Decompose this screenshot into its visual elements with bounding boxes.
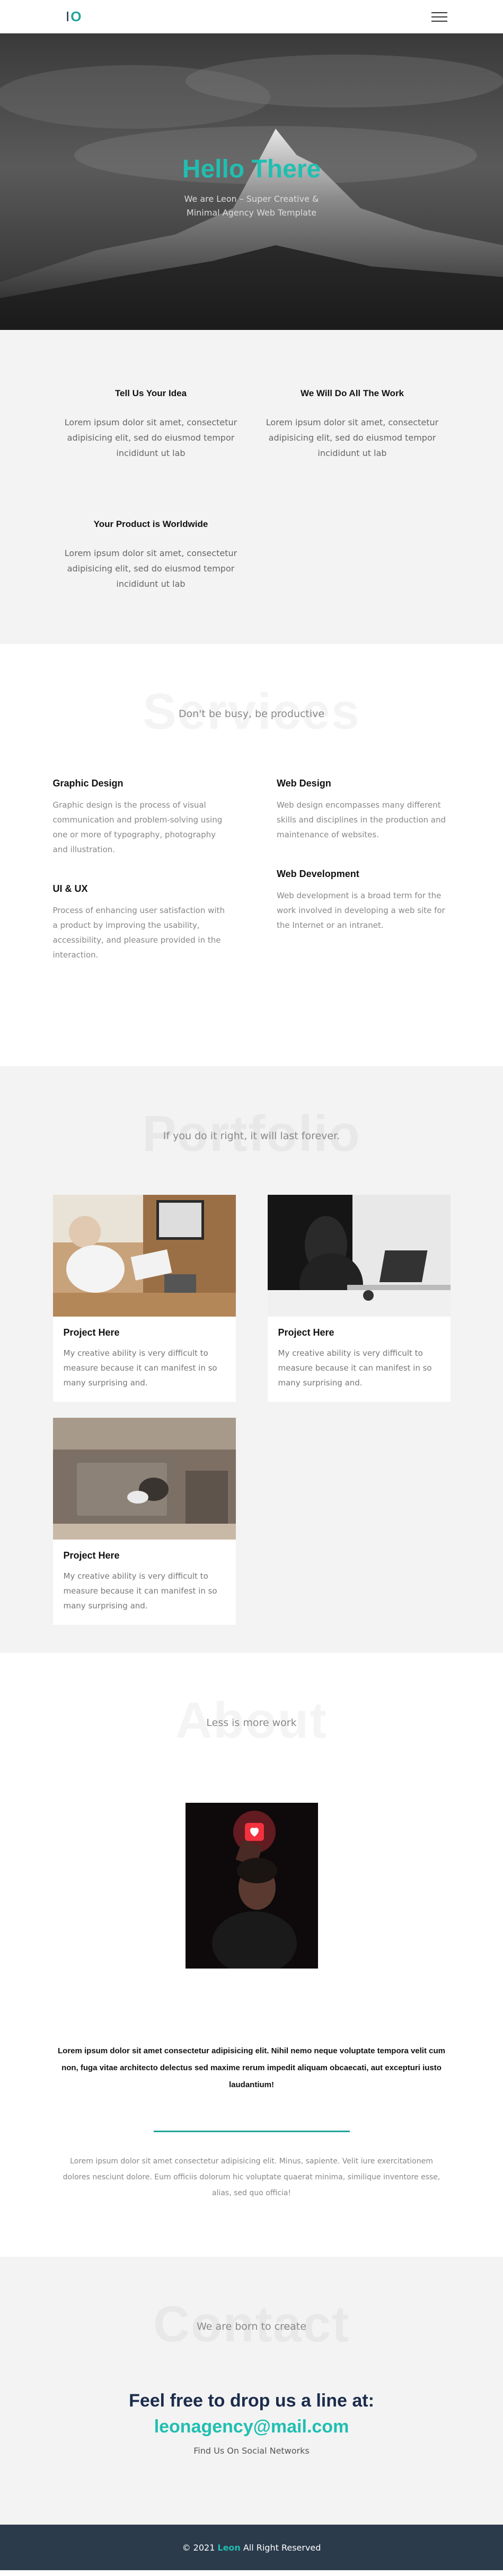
footer-rights: All Right Reserved <box>243 2542 321 2553</box>
service-item: UI & UX Process of enhancing user satisf… <box>53 883 227 962</box>
menu-bar <box>431 16 447 17</box>
service-title: Web Design <box>277 778 331 789</box>
portfolio-section: Portfolio If you do it right, it will la… <box>0 1066 503 1653</box>
menu-bar <box>431 12 447 13</box>
hero-text: Hello There We are Leon – Super Creative… <box>0 33 503 330</box>
divider <box>153 2131 350 2132</box>
about-paragraph: Lorem ipsum dolor sit amet consectetur a… <box>63 2157 440 2197</box>
footer: © 2021 Leon All Right Reserved <box>0 2525 503 2570</box>
project-text: My creative ability is very difficult to… <box>63 1348 217 1388</box>
project-title: Project Here <box>278 1327 334 1338</box>
service-item: Graphic Design Graphic design is the pro… <box>53 778 227 857</box>
contact-email-link[interactable]: leonagency@mail.com <box>0 2417 503 2437</box>
logo[interactable]: IO <box>66 8 82 25</box>
feature-title: Tell Us Your Idea <box>114 388 187 398</box>
about-section: About Less is more work Lorem ipsum dolo… <box>0 1653 503 2257</box>
project-image <box>52 1195 236 1317</box>
project-image <box>267 1195 451 1317</box>
section-subtitle: Less is more work <box>206 1717 297 1729</box>
hero-title: Hello There <box>182 155 321 183</box>
service-text: Graphic design is the process of visual … <box>52 800 223 854</box>
menu-bar <box>431 20 447 22</box>
footer-brand: Leon <box>217 2542 241 2553</box>
service-title: Graphic Design <box>52 778 123 789</box>
project-text: My creative ability is very difficult to… <box>63 1571 217 1611</box>
project-card[interactable]: Project Here My creative ability is very… <box>52 1418 236 1625</box>
section-subtitle: Don't be busy, be productive <box>178 708 325 720</box>
service-title: UI & UX <box>52 883 88 894</box>
about-bold-text: Lorem ipsum dolor sit amet consectetur a… <box>58 2046 445 2089</box>
hero-subtitle: We are Leon – Super Creative & Minimal A… <box>184 193 319 218</box>
project-image <box>52 1418 236 1540</box>
feature-text: Lorem ipsum dolor sit amet, consectetur … <box>266 417 439 458</box>
feature-title: Your Product is Worldwide <box>93 519 208 529</box>
service-text: Web development is a broad term for the … <box>277 891 445 930</box>
feature-title: We Will Do All The Work <box>300 388 404 398</box>
navbar: IO <box>0 0 503 33</box>
hamburger-menu-icon[interactable] <box>431 12 447 22</box>
service-text: Process of enhancing user satisfaction w… <box>52 906 225 960</box>
feature-card: Your Product is Worldwide Lorem ipsum do… <box>50 519 252 592</box>
section-subtitle: We are born to create <box>197 2321 306 2332</box>
project-title: Project Here <box>63 1550 120 1561</box>
contact-section: Contact We are born to create Feel free … <box>0 2257 503 2525</box>
contact-heading: Feel free to drop us a line at: <box>129 2391 374 2411</box>
about-image <box>185 1803 318 1969</box>
services-section: Services Don't be busy, be productive Gr… <box>0 644 503 1066</box>
service-text: Web design encompasses many different sk… <box>277 800 446 839</box>
hero-section: Hello There We are Leon – Super Creative… <box>0 33 503 330</box>
service-title: Web Development <box>277 869 359 879</box>
logo-letter-o: O <box>70 8 83 24</box>
logo-letter-i: I <box>66 8 71 24</box>
service-item: Web Development Web development is a bro… <box>277 869 451 933</box>
project-title: Project Here <box>63 1327 120 1338</box>
section-subtitle: If you do it right, it will last forever… <box>163 1130 340 1142</box>
project-card[interactable]: Project Here My creative ability is very… <box>52 1195 236 1402</box>
project-card[interactable]: Project Here My creative ability is very… <box>267 1195 451 1402</box>
feature-card: We Will Do All The Work Lorem ipsum dolo… <box>252 388 453 461</box>
social-networks-text: Find Us On Social Networks <box>193 2446 310 2456</box>
feature-text: Lorem ipsum dolor sit amet, consectetur … <box>64 417 237 458</box>
service-item: Web Design Web design encompasses many d… <box>277 778 451 842</box>
feature-card: Tell Us Your Idea Lorem ipsum dolor sit … <box>50 388 252 461</box>
features-section: Tell Us Your Idea Lorem ipsum dolor sit … <box>0 330 503 644</box>
feature-text: Lorem ipsum dolor sit amet, consectetur … <box>64 548 237 589</box>
project-text: My creative ability is very difficult to… <box>278 1348 432 1388</box>
footer-copyright: © 2021 <box>182 2542 215 2553</box>
